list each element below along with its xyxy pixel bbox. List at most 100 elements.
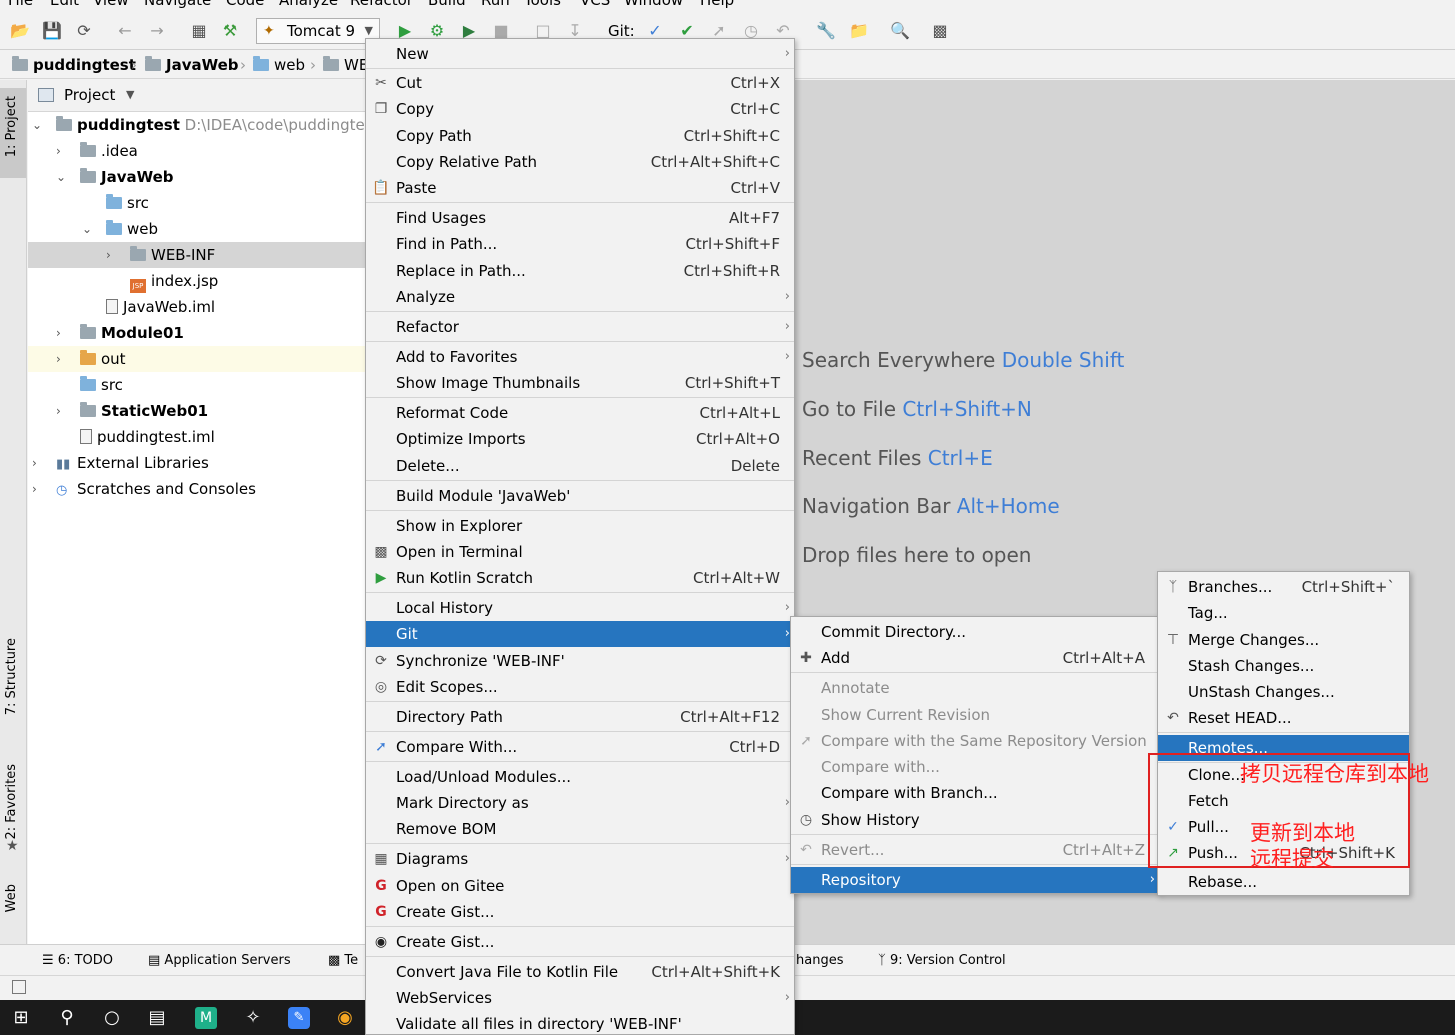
- project-structure-folder-icon[interactable]: 📁: [849, 22, 869, 40]
- menu-item-git[interactable]: Git ›: [366, 621, 794, 647]
- forward-arrow-icon[interactable]: →: [148, 22, 166, 40]
- chevron-right-icon[interactable]: ›: [32, 476, 37, 502]
- menu-item-edit-scopes[interactable]: ◎ Edit Scopes...: [366, 674, 794, 700]
- menu-item-remove-bom[interactable]: Remove BOM: [366, 816, 794, 842]
- tab-terminal[interactable]: ▩ Te: [328, 953, 358, 968]
- menu-item-copy[interactable]: ❐ Copy Ctrl+C: [366, 96, 794, 122]
- menu-item-unstash-changes[interactable]: UnStash Changes...: [1158, 679, 1409, 705]
- tree-row-out[interactable]: › out: [28, 346, 366, 372]
- search-icon[interactable]: 🔍: [890, 22, 910, 40]
- menu-item-stash-changes[interactable]: Stash Changes...: [1158, 653, 1409, 679]
- chevron-down-icon[interactable]: ⌄: [82, 216, 92, 242]
- save-icon[interactable]: 💾: [42, 22, 62, 40]
- tree-row-staticweb01[interactable]: › StaticWeb01: [28, 398, 366, 424]
- build-hammer-icon[interactable]: ⚒: [221, 22, 239, 40]
- menu-vcs[interactable]: VCS: [580, 0, 610, 9]
- menu-item-open-on-gitee[interactable]: G Open on Gitee: [366, 873, 794, 899]
- menu-item-new[interactable]: New ›: [366, 41, 794, 67]
- tree-row-external-libraries[interactable]: › ▮▮ External Libraries: [28, 450, 366, 476]
- menu-item-local-history[interactable]: Local History ›: [366, 595, 794, 621]
- menu-navigate[interactable]: Navigate: [144, 0, 211, 9]
- app-icon-star[interactable]: ✧: [242, 1007, 264, 1029]
- tab-changes[interactable]: hanges: [796, 953, 843, 968]
- menu-item-create-gist-github[interactable]: ◉ Create Gist...: [366, 929, 794, 955]
- tree-row-module01[interactable]: › Module01: [28, 320, 366, 346]
- back-arrow-icon[interactable]: ←: [116, 22, 134, 40]
- menu-file[interactable]: File: [8, 0, 33, 9]
- app-icon-blue[interactable]: ✎: [288, 1007, 310, 1029]
- tree-row-src-root[interactable]: src: [28, 372, 366, 398]
- menu-item-find-in-path[interactable]: Find in Path... Ctrl+Shift+F: [366, 231, 794, 257]
- breadcrumb-item[interactable]: web: [253, 56, 305, 74]
- tab-web[interactable]: Web: [4, 884, 19, 912]
- menu-refactor[interactable]: Refactor: [350, 0, 413, 9]
- chevron-down-icon[interactable]: ▼: [126, 88, 134, 101]
- settings-wrench-icon[interactable]: 🔧: [816, 22, 836, 40]
- menu-item-build-module[interactable]: Build Module 'JavaWeb': [366, 483, 794, 509]
- menu-analyze[interactable]: Analyze: [279, 0, 338, 9]
- chevron-right-icon[interactable]: ›: [56, 320, 61, 346]
- menu-item-validate-all-files[interactable]: Validate all files in directory 'WEB-INF…: [366, 1011, 794, 1035]
- menu-code[interactable]: Code: [226, 0, 264, 9]
- menu-item-synchronize[interactable]: ⟳ Synchronize 'WEB-INF': [366, 648, 794, 674]
- search-icon[interactable]: ⚲: [56, 1007, 78, 1029]
- menu-item-commit-directory[interactable]: Commit Directory...: [791, 619, 1159, 645]
- project-structure-icon[interactable]: ▦: [190, 22, 208, 40]
- menu-item-copy-path[interactable]: Copy Path Ctrl+Shift+C: [366, 123, 794, 149]
- menu-item-webservices[interactable]: WebServices ›: [366, 985, 794, 1011]
- menu-item-cut[interactable]: ✂ Cut Ctrl+X: [366, 70, 794, 96]
- menu-item-diagrams[interactable]: ▦ Diagrams ›: [366, 846, 794, 872]
- presentation-icon[interactable]: ▩: [931, 22, 949, 40]
- menu-item-delete[interactable]: Delete... Delete: [366, 453, 794, 479]
- tree-row-javaweb-iml[interactable]: JavaWeb.iml: [28, 294, 366, 320]
- tab-favorites[interactable]: 2: Favorites: [4, 764, 19, 840]
- menu-item-show-image-thumbnails[interactable]: Show Image Thumbnails Ctrl+Shift+T: [366, 370, 794, 396]
- tab-version-control[interactable]: ᛉ 9: Version Control: [878, 953, 1006, 968]
- menu-item-show-in-explorer[interactable]: Show in Explorer: [366, 513, 794, 539]
- menu-item-directory-path[interactable]: Directory Path Ctrl+Alt+F12: [366, 704, 794, 730]
- tree-row-src[interactable]: src: [28, 190, 366, 216]
- tree-row-index-jsp[interactable]: JSP index.jsp: [28, 268, 366, 294]
- app-icon-m[interactable]: M: [195, 1007, 217, 1029]
- tab-todo[interactable]: ☰ 6: TODO: [42, 953, 113, 968]
- menu-view[interactable]: View: [93, 0, 129, 9]
- menu-tools[interactable]: Tools: [524, 0, 561, 9]
- menu-item-replace-in-path[interactable]: Replace in Path... Ctrl+Shift+R: [366, 258, 794, 284]
- menu-item-paste[interactable]: 📋 Paste Ctrl+V: [366, 175, 794, 201]
- menu-item-repository[interactable]: Repository ›: [791, 867, 1159, 893]
- menu-item-refactor[interactable]: Refactor ›: [366, 314, 794, 340]
- menu-help[interactable]: Help: [700, 0, 734, 9]
- menu-edit[interactable]: Edit: [50, 0, 79, 9]
- menu-item-mark-directory-as[interactable]: Mark Directory as ›: [366, 790, 794, 816]
- tree-row-puddingtest[interactable]: ⌄ puddingtest D:\IDEA\code\puddingtes: [28, 112, 366, 138]
- menu-run[interactable]: Run: [481, 0, 510, 9]
- chevron-right-icon[interactable]: ›: [56, 398, 61, 424]
- windows-start-icon[interactable]: ⊞: [10, 1007, 32, 1029]
- sync-icon[interactable]: ⟳: [75, 22, 93, 40]
- menu-item-open-in-terminal[interactable]: ▩ Open in Terminal: [366, 539, 794, 565]
- run-config-dropdown[interactable]: ✦ Tomcat 9 ▼: [256, 18, 380, 44]
- chevron-right-icon[interactable]: ›: [32, 450, 37, 476]
- chevron-right-icon[interactable]: ›: [106, 242, 111, 268]
- menu-item-branches[interactable]: ᛉ Branches... Ctrl+Shift+`: [1158, 574, 1409, 600]
- menu-item-add[interactable]: ✚ Add Ctrl+Alt+A: [791, 645, 1159, 671]
- open-folder-icon[interactable]: 📂: [10, 22, 30, 40]
- app-icon-penguin[interactable]: ◉: [334, 1007, 356, 1029]
- chevron-down-icon[interactable]: ⌄: [32, 112, 42, 138]
- cortana-icon[interactable]: ○: [101, 1007, 123, 1029]
- menu-build[interactable]: Build: [428, 0, 466, 9]
- breadcrumb-item[interactable]: puddingtest: [12, 56, 136, 74]
- tab-structure[interactable]: 7: Structure: [4, 638, 19, 715]
- tab-application-servers[interactable]: ▤ Application Servers: [148, 953, 291, 968]
- menu-item-run-kotlin-scratch[interactable]: ▶ Run Kotlin Scratch Ctrl+Alt+W: [366, 565, 794, 591]
- tab-project[interactable]: 1: Project: [4, 96, 19, 157]
- chevron-right-icon[interactable]: ›: [56, 346, 61, 372]
- task-view-icon[interactable]: ▤: [146, 1007, 168, 1029]
- menu-item-merge-changes[interactable]: ⊤ Merge Changes...: [1158, 627, 1409, 653]
- menu-window[interactable]: Window: [624, 0, 683, 9]
- menu-item-convert-java-to-kotlin[interactable]: Convert Java File to Kotlin File Ctrl+Alt…: [366, 959, 794, 985]
- menu-item-analyze[interactable]: Analyze ›: [366, 284, 794, 310]
- menu-item-add-to-favorites[interactable]: Add to Favorites ›: [366, 344, 794, 370]
- menu-item-load-unload-modules[interactable]: Load/Unload Modules...: [366, 764, 794, 790]
- project-view-label[interactable]: Project: [64, 86, 115, 104]
